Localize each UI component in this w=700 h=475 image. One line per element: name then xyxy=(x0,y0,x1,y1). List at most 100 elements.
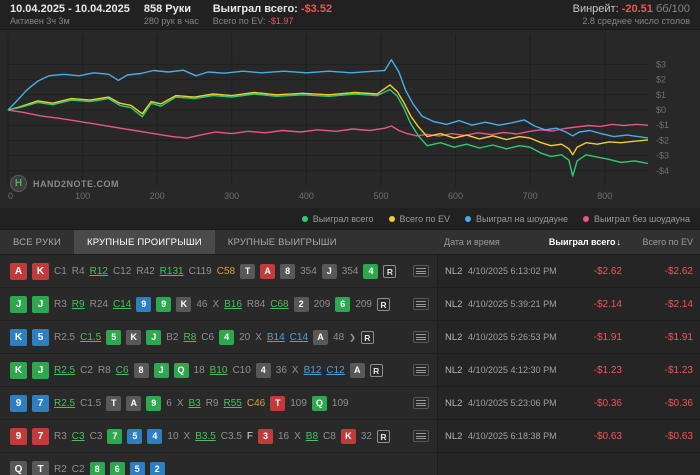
board-card-chip: 6 xyxy=(109,461,125,475)
table-row[interactable]: A K C1 R4 R12 C12 R42 R131 C119 C58 T A 8 354 J 354 4 R N… xyxy=(0,255,700,288)
winrate-units: бб/100 xyxy=(655,2,690,15)
board-card-chip: A xyxy=(349,362,365,378)
hole-card-chip: K xyxy=(10,328,27,346)
board-card-chip: 4 xyxy=(219,329,235,345)
board-card-chip: T xyxy=(240,263,256,279)
won-total-value: -$3.52 xyxy=(300,2,333,15)
hand-menu-button[interactable] xyxy=(413,364,429,376)
action-token: B3 xyxy=(188,397,201,409)
action-token: R2 xyxy=(54,463,67,475)
action-token: C6 xyxy=(201,331,215,343)
hole-card-chip: 9 xyxy=(10,394,27,412)
active-time: Активен 3ч 3м xyxy=(10,15,70,26)
ev-amount: -$2.14 xyxy=(664,298,693,310)
hand-datetime: 4/10/2025 6:18:38 PM xyxy=(468,431,557,441)
avg-tables: 2.8 среднее число столов xyxy=(582,15,690,26)
won-amount: -$0.36 xyxy=(593,397,622,409)
svg-text:700: 700 xyxy=(523,191,538,201)
hand-menu-button[interactable] xyxy=(413,331,429,343)
action-token: R24 xyxy=(89,298,108,310)
pot-size: 46 xyxy=(196,298,208,310)
table-row[interactable]: K 5 R2.5 C1.5 5 K J B2 R8 C6 4 20 X B14 C14 A 48 ❯ R NL2 4… xyxy=(0,321,700,354)
stake-label: NL2 xyxy=(445,397,463,409)
table-row[interactable]: Q T R2 C2 8 6 5 2 xyxy=(0,453,700,475)
svg-text:200: 200 xyxy=(150,191,165,201)
action-token: C3 xyxy=(89,430,103,442)
result-badge: R xyxy=(376,429,390,443)
board-card-chip: A xyxy=(126,395,142,411)
hand-menu-button[interactable] xyxy=(413,397,429,409)
legend-item: Выиграл без шоудауна xyxy=(583,214,690,224)
tab-big-losses[interactable]: КРУПНЫЕ ПРОИГРЫШИ xyxy=(73,230,215,254)
board-card-chip: 9 xyxy=(136,296,152,312)
board-card-chip: T xyxy=(270,395,286,411)
hand-menu-button[interactable] xyxy=(413,298,429,310)
stake-label: NL2 xyxy=(445,265,463,277)
result-badge: R xyxy=(360,330,374,344)
pot-size: 18 xyxy=(193,364,205,376)
svg-text:500: 500 xyxy=(373,191,388,201)
legend-item: Выиграл на шоудауне xyxy=(465,214,568,224)
action-token: R55 xyxy=(223,397,242,409)
pot-size: 10 xyxy=(167,430,179,442)
ev-amount: -$1.91 xyxy=(664,331,693,343)
result-badge: R xyxy=(377,297,390,311)
action-token: C14 xyxy=(289,331,309,343)
pot-size: 209 xyxy=(355,298,372,310)
action-token: C3 xyxy=(71,430,85,442)
ev-amount: -$0.63 xyxy=(664,430,693,442)
hand-summary: 9 7 R2.5 C1.5 T A 9 6 X B3 R9 R55 C46 T 109 Q 109 xyxy=(10,394,407,412)
tab-all-hands[interactable]: ВСЕ РУКИ xyxy=(0,230,74,254)
svg-text:100: 100 xyxy=(75,191,90,201)
hole-card-chip: K xyxy=(10,361,27,379)
table-row[interactable]: J J R3 R9 R24 C14 9 9 K 46 X B16 R84 C68 2 209 6 209 R NL2… xyxy=(0,288,700,321)
svg-text:$1: $1 xyxy=(656,90,666,100)
action-token: F xyxy=(246,430,253,442)
board-card-chip: 4 xyxy=(255,362,271,378)
action-token: X xyxy=(294,430,301,442)
pot-size: 32 xyxy=(360,430,372,442)
board-card-chip: 5 xyxy=(106,329,122,345)
column-header-date[interactable]: Дата и время xyxy=(437,237,541,247)
action-token: R9 xyxy=(205,397,219,409)
stake-label: NL2 xyxy=(445,430,463,442)
hole-card-chip: 7 xyxy=(32,394,49,412)
action-token: X xyxy=(255,331,262,343)
hands-per-hour: 280 рук в час xyxy=(143,15,199,26)
pot-size: 20 xyxy=(239,331,251,343)
column-header-ev[interactable]: Всего по EV xyxy=(621,237,700,247)
svg-text:800: 800 xyxy=(597,191,612,201)
action-token: R8 xyxy=(183,331,197,343)
table-row[interactable]: K J R2.5 C2 R8 C6 8 J Q 18 B10 C10 4 36 X B12 C12 A R NL2 … xyxy=(0,354,700,387)
board-card-chip: 2 xyxy=(149,461,165,475)
stake-label: NL2 xyxy=(445,364,463,376)
won-total-label: Выиграл всего: xyxy=(212,2,298,15)
board-card-chip: 8 xyxy=(89,461,105,475)
hand2note-logo-text: HAND2NOTE.COM xyxy=(33,178,120,189)
hole-card-chip: T xyxy=(32,460,49,475)
table-row[interactable]: 9 7 R2.5 C1.5 T A 9 6 X B3 R9 R55 C46 T 109 Q 109 NL2 4/… xyxy=(0,387,700,420)
table-row[interactable]: 9 7 R3 C3 C3 7 5 4 10 X B3.5 C3.5 F 3 16 X B8 C8 K 32 R NL2 … xyxy=(0,420,700,453)
tab-big-wins[interactable]: КРУПНЫЕ ВЫИГРЫШИ xyxy=(215,230,350,254)
winrate-group: Винрейт: -20.51 бб/100 2.8 среднее число… xyxy=(573,3,690,27)
column-header-won[interactable]: Выиграл всего↓ xyxy=(541,237,621,247)
action-token: C10 xyxy=(232,364,251,376)
action-token: C12 xyxy=(112,265,132,277)
svg-text:400: 400 xyxy=(299,191,314,201)
won-amount: -$1.23 xyxy=(593,364,622,376)
date-range-group: 10.04.2025 - 10.04.2025 Активен 3ч 3м xyxy=(10,3,130,27)
stake-label: NL2 xyxy=(445,331,463,343)
action-token: C1 xyxy=(54,265,67,277)
won-amount: -$1.91 xyxy=(593,331,622,343)
board-card-chip: 9 xyxy=(156,296,172,312)
hand-menu-button[interactable] xyxy=(413,430,429,442)
action-token: C14 xyxy=(112,298,132,310)
action-token: C12 xyxy=(326,364,345,376)
action-token: R42 xyxy=(136,265,155,277)
result-badge: R xyxy=(369,363,383,377)
action-token: C2 xyxy=(71,463,85,475)
board-card-chip: 8 xyxy=(133,362,149,378)
action-token: B2 xyxy=(166,331,179,343)
hand-menu-button[interactable] xyxy=(413,265,429,277)
won-amount: -$0.63 xyxy=(593,430,622,442)
